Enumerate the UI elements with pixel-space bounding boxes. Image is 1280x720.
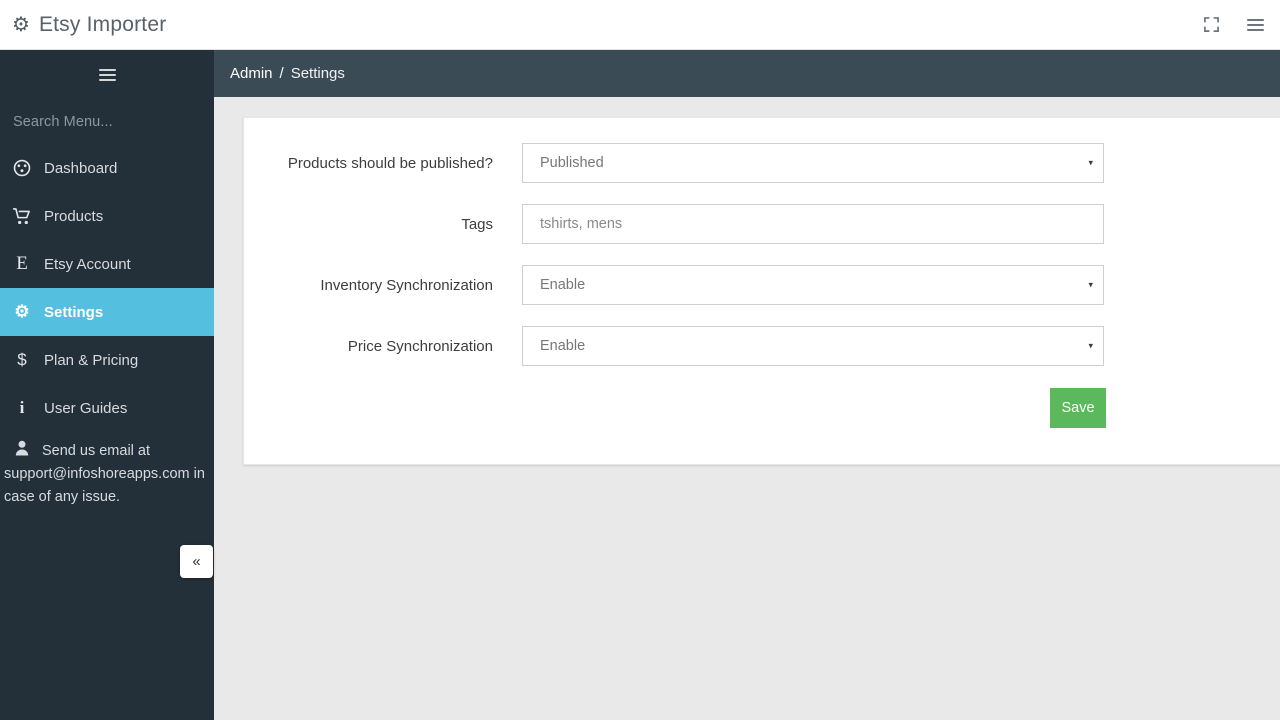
app-brand: ⚙ Etsy Importer <box>12 13 166 37</box>
gear-icon: ⚙ <box>12 13 30 36</box>
settings-card: Products should be published? Published … <box>243 117 1280 465</box>
published-select[interactable]: Published <box>522 143 1104 183</box>
user-person-icon <box>12 440 32 456</box>
breadcrumb-admin[interactable]: Admin <box>230 65 273 82</box>
support-line-2: support@infoshoreapps.com in <box>4 466 205 482</box>
sidebar-item-label: Plan & Pricing <box>44 351 139 369</box>
hamburger-menu-icon[interactable] <box>1244 14 1266 36</box>
sidebar-item-label: User Guides <box>44 399 128 417</box>
support-line-3: case of any issue. <box>4 489 121 505</box>
support-line-1: Send us email at <box>42 443 151 459</box>
chevron-double-left-icon: « <box>192 553 201 570</box>
sidebar-item-plan-and-pricing[interactable]: $ Plan & Pricing <box>0 336 214 384</box>
breadcrumb-separator: / <box>279 65 284 82</box>
inventory-sync-label: Inventory Synchronization <box>320 276 493 294</box>
top-app-bar: ⚙ Etsy Importer <box>0 0 1280 50</box>
sidebar-toggle-button[interactable] <box>0 50 214 100</box>
info-icon: i <box>19 398 25 417</box>
published-label: Products should be published? <box>287 154 493 172</box>
inventory-sync-select[interactable]: Enable <box>522 265 1104 305</box>
sidebar-item-products[interactable]: Products <box>0 192 214 240</box>
form-row-published: Products should be published? Published … <box>244 143 1280 183</box>
sidebar: Search Menu... Dashboard Products E Etsy… <box>0 50 214 720</box>
dashboard-speedometer-icon <box>12 159 32 177</box>
inventory-sync-select-wrap: Enable ▾ <box>522 265 1104 305</box>
form-row-inventory-sync: Inventory Synchronization Enable ▾ <box>244 265 1280 305</box>
shopping-cart-icon <box>12 207 32 225</box>
published-select-wrap: Published ▾ <box>522 143 1104 183</box>
fullscreen-expand-icon[interactable] <box>1200 14 1222 36</box>
top-bar-actions <box>1200 14 1266 36</box>
etsy-letter-e-icon: E <box>16 253 28 274</box>
save-button[interactable]: Save <box>1050 388 1106 428</box>
app-title: Etsy Importer <box>38 12 167 36</box>
sidebar-item-etsy-account[interactable]: E Etsy Account <box>0 240 214 288</box>
breadcrumb-settings: Settings <box>290 65 345 82</box>
sidebar-collapse-button[interactable]: « <box>180 545 213 578</box>
sidebar-item-label: Settings <box>44 303 104 321</box>
form-row-tags: Tags tshirts, mens <box>244 204 1280 244</box>
sidebar-item-label: Products <box>44 207 104 225</box>
sidebar-item-label: Etsy Account <box>44 255 131 273</box>
sidebar-item-label: Dashboard <box>44 159 118 177</box>
sidebar-item-settings[interactable]: ⚙ Settings <box>0 288 214 336</box>
tags-input-wrap: tshirts, mens <box>522 204 1104 244</box>
price-sync-select[interactable]: Enable <box>522 326 1104 366</box>
main-content: Admin / Settings Products should be publ… <box>214 50 1280 720</box>
support-contact-block: Send us email at support@infoshoreapps.c… <box>0 440 214 509</box>
hamburger-menu-icon <box>98 66 116 84</box>
form-row-price-sync: Price Synchronization Enable ▾ <box>244 326 1280 366</box>
sidebar-item-dashboard[interactable]: Dashboard <box>0 144 214 192</box>
search-menu-input[interactable]: Search Menu... <box>0 100 214 144</box>
search-menu-placeholder: Search Menu... <box>13 114 113 130</box>
dollar-sign-icon: $ <box>17 350 27 369</box>
tags-label: Tags <box>461 215 493 233</box>
hamburger-lines <box>1246 16 1264 34</box>
gear-icon: ⚙ <box>14 302 30 321</box>
price-sync-select-wrap: Enable ▾ <box>522 326 1104 366</box>
tags-input[interactable]: tshirts, mens <box>522 204 1104 244</box>
breadcrumb: Admin / Settings <box>214 50 1280 97</box>
price-sync-label: Price Synchronization <box>347 337 493 355</box>
sidebar-item-user-guides[interactable]: i User Guides <box>0 384 214 432</box>
